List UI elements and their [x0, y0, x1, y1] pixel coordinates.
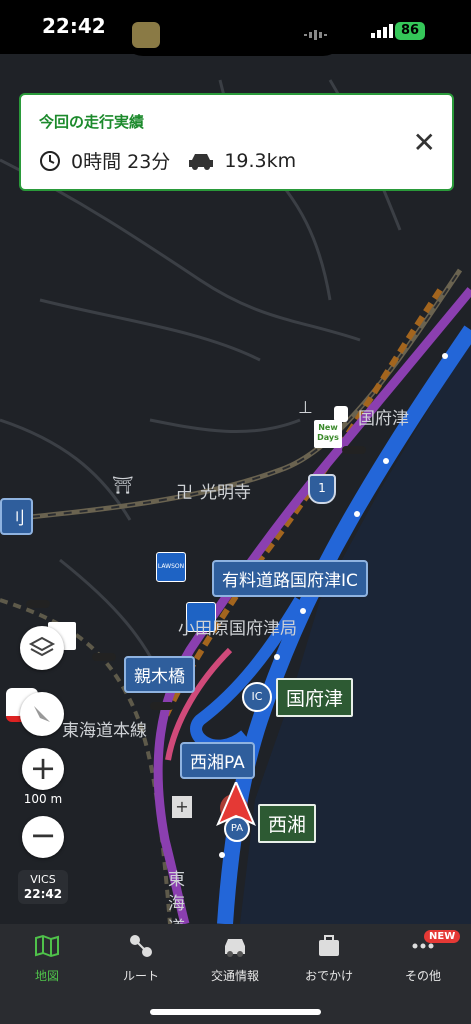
tab-more-label: その他	[404, 969, 441, 983]
layers-button[interactable]	[20, 626, 64, 670]
battery-indicator: 86	[395, 22, 425, 40]
tab-map-label: 地図	[34, 969, 59, 983]
panel-title: 今回の走行実績	[39, 113, 145, 131]
route-1-shield: 1	[308, 474, 336, 504]
newdays-line1: New	[318, 423, 338, 432]
kozu-ic-signpost[interactable]: 国府津	[276, 678, 354, 717]
ic-badge: IC	[242, 682, 272, 712]
zoom-out-button[interactable]: −	[22, 816, 64, 858]
tab-route-label: ルート	[122, 969, 159, 983]
scale-label: 100 m	[23, 792, 63, 806]
toll-ic-callout[interactable]: 有料道路国府津IC	[212, 560, 368, 597]
route-icon	[130, 935, 152, 957]
tab-outing[interactable]: おでかけ	[282, 934, 376, 984]
dynamic-island	[122, 14, 344, 56]
vics-indicator[interactable]: VICS 22:42	[18, 870, 68, 904]
vics-time: 22:42	[23, 887, 63, 901]
torii-icon: ⛩	[112, 476, 134, 496]
panel-stats: 0時間 23分 19.3km	[39, 147, 296, 174]
post-office-label: 小田原国府津局	[178, 619, 297, 639]
car-icon	[189, 153, 214, 170]
shrine-icon: ⊥	[298, 398, 313, 418]
lawson-poi: LAWSON	[156, 552, 186, 582]
zoom-in-button[interactable]: +	[22, 748, 64, 790]
signal-icon	[371, 24, 393, 38]
kozu-label: 国府津	[358, 409, 409, 429]
newdays-line2: Days	[317, 433, 339, 442]
suitcase-icon	[319, 935, 339, 956]
newdays-poi: New Days	[314, 420, 342, 448]
audio-wave-icon	[304, 30, 327, 40]
nishisho-signpost[interactable]: 西湘	[258, 804, 317, 843]
komyoji-label: 光明寺	[200, 483, 251, 503]
tab-traffic[interactable]: 交通情報	[188, 934, 282, 984]
traffic-light-icon-2	[26, 600, 50, 608]
compass-icon	[34, 706, 50, 722]
zoom-control: + 100 m −	[22, 748, 64, 860]
pa-badge: PA	[224, 816, 250, 842]
temple-icon: 卍	[176, 483, 193, 503]
hospital-icon: +	[172, 796, 192, 818]
home-indicator	[150, 1009, 321, 1015]
clock-icon	[40, 150, 60, 171]
oyagibashi-callout[interactable]: 親木橋	[124, 656, 195, 693]
distance-value: 19.3km	[224, 149, 297, 172]
status-time: 22:42	[42, 14, 106, 38]
nishisho-pa-callout[interactable]: 西湘PA	[180, 742, 255, 779]
app-icon	[132, 22, 160, 48]
tokaido-line-label: 東海道本線	[62, 721, 147, 741]
traffic-light-icon-4	[150, 702, 174, 710]
tab-route[interactable]: ルート	[94, 934, 188, 984]
duration-value: 0時間 23分	[71, 151, 171, 173]
traffic-light-icon	[342, 446, 366, 454]
tab-traffic-label: 交通情報	[210, 969, 259, 983]
layers-icon	[28, 636, 56, 657]
vics-label: VICS	[30, 873, 56, 886]
traffic-icon	[225, 939, 245, 957]
compass-button[interactable]	[20, 692, 64, 736]
close-icon[interactable]: ✕	[413, 129, 436, 157]
tab-map[interactable]: 地図	[0, 934, 94, 984]
drive-summary-panel: 今回の走行実績 0時間 23分 19.3km ✕	[19, 93, 454, 191]
tab-outing-label: おでかけ	[304, 969, 353, 983]
offscreen-label[interactable]: 刂	[0, 498, 33, 535]
status-bar: 22:42 86	[0, 0, 471, 56]
traffic-light-icon-3	[92, 653, 116, 661]
map-icon	[35, 934, 59, 958]
new-badge: NEW	[424, 930, 461, 943]
